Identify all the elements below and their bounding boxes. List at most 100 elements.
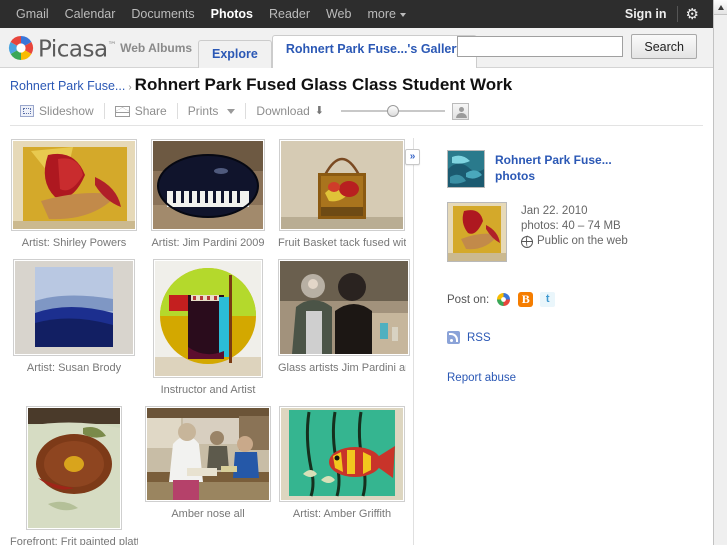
header-tabs: Explore Rohnert Park Fuse...'s Gallery bbox=[198, 35, 478, 68]
thumbnail-image bbox=[155, 261, 261, 376]
album-cover-image bbox=[448, 203, 506, 261]
scrollbar-thumb[interactable] bbox=[714, 16, 727, 544]
thumbnail-frame[interactable] bbox=[278, 259, 410, 356]
album-cover-thumbnail[interactable] bbox=[447, 202, 507, 262]
google-bar: Gmail Calendar Documents Photos Reader W… bbox=[0, 0, 713, 28]
photo-cell[interactable]: Artist: Susan Brody bbox=[10, 259, 138, 375]
slider-track[interactable] bbox=[340, 105, 445, 117]
search-button[interactable]: Search bbox=[631, 34, 697, 59]
gbar-link-gmail[interactable]: Gmail bbox=[8, 0, 57, 28]
google-bar-links: Gmail Calendar Documents Photos Reader W… bbox=[0, 0, 414, 28]
owner-photos-link[interactable]: photos bbox=[495, 168, 612, 184]
download-icon: ⬇ bbox=[314, 105, 325, 117]
gbar-link-calendar[interactable]: Calendar bbox=[57, 0, 124, 28]
thumbnail-size-slider[interactable] bbox=[340, 105, 445, 117]
photo-caption: Artist: Shirley Powers bbox=[21, 237, 127, 249]
photo-cell[interactable]: Amber nose all bbox=[144, 406, 272, 521]
photo-cell[interactable]: Forefront: Frit painted platter bbox=[10, 406, 138, 545]
slideshow-button[interactable]: Slideshow bbox=[10, 104, 104, 118]
photo-row: Artist: Susan Brody Instructor and Artis… bbox=[10, 259, 412, 397]
album-title-bar: Rohnert Park Fuse... › Rohnert Park Fused … bbox=[0, 69, 713, 95]
twitter-icon[interactable]: t bbox=[540, 292, 556, 307]
share-button[interactable]: Share bbox=[105, 104, 177, 118]
owner-row: Rohnert Park Fuse... photos bbox=[414, 150, 713, 188]
photo-caption: Artist: Susan Brody bbox=[26, 362, 122, 374]
album-photo-size: photos: 40 – 74 MB bbox=[521, 220, 621, 232]
thumbnail-frame[interactable] bbox=[26, 406, 122, 530]
gbar-link-documents[interactable]: Documents bbox=[123, 0, 202, 28]
people-view-icon[interactable] bbox=[451, 102, 469, 120]
gear-icon[interactable]: ⚙ bbox=[678, 7, 707, 22]
thumbnail-image bbox=[13, 141, 135, 229]
gbar-link-reader[interactable]: Reader bbox=[261, 0, 318, 28]
prints-dropdown[interactable]: Prints bbox=[178, 104, 246, 118]
sign-in-link[interactable]: Sign in bbox=[615, 7, 677, 21]
thumbnail-frame[interactable] bbox=[153, 259, 263, 378]
photo-row: Artist: Shirley Powers Artist: Jim Pardi… bbox=[10, 139, 412, 250]
share-label: Share bbox=[134, 104, 167, 118]
picasa-logo[interactable]: Picasa™ Web Albums bbox=[8, 33, 192, 63]
buzz-icon[interactable] bbox=[496, 292, 512, 307]
photo-caption: Artist: Jim Pardini 2009 bbox=[151, 237, 265, 249]
photo-row: Forefront: Frit painted platter Amber no… bbox=[10, 406, 412, 545]
blogger-icon[interactable]: B bbox=[518, 292, 534, 307]
thumbnail-image bbox=[153, 141, 263, 229]
photo-cell[interactable]: Instructor and Artist bbox=[144, 259, 272, 397]
photo-cell[interactable]: Fruit Basket tack fused with bbox=[278, 139, 406, 250]
gbar-link-more[interactable]: more bbox=[359, 0, 413, 28]
vertical-scrollbar[interactable] bbox=[713, 0, 727, 545]
avatar-image bbox=[448, 151, 484, 187]
main-content: Rohnert Park Fuse... › Rohnert Park Fused … bbox=[0, 69, 713, 545]
report-abuse-link[interactable]: Report abuse bbox=[447, 372, 516, 384]
photo-cell[interactable]: Artist: Shirley Powers bbox=[10, 139, 138, 250]
thumbnail-frame[interactable] bbox=[279, 406, 405, 502]
album-visibility-label: Public on the web bbox=[537, 235, 628, 247]
thumbnail-image bbox=[15, 261, 133, 354]
gbar-link-photos[interactable]: Photos bbox=[203, 0, 261, 28]
download-label: Download bbox=[256, 104, 310, 118]
album-info-box: Jan 22. 2010 photos: 40 – 74 MB Public o… bbox=[414, 188, 713, 262]
breadcrumb-owner-link[interactable]: Rohnert Park Fuse... bbox=[10, 79, 125, 93]
google-bar-right: Sign in ⚙ bbox=[615, 6, 713, 22]
album-visibility-row: Public on the web bbox=[520, 234, 628, 249]
scroll-up-arrow-icon[interactable] bbox=[714, 0, 727, 15]
rss-link[interactable]: RSS bbox=[467, 332, 491, 344]
photo-cell[interactable]: Artist: Jim Pardini 2009 bbox=[144, 139, 272, 250]
avatar[interactable] bbox=[447, 150, 485, 188]
picasa-subtitle: Web Albums bbox=[120, 40, 193, 55]
thumbnail-frame[interactable] bbox=[145, 406, 271, 502]
thumbnail-frame[interactable] bbox=[151, 139, 265, 231]
post-on-label: Post on: bbox=[447, 293, 490, 306]
album-date: Jan 22. 2010 bbox=[521, 205, 588, 217]
photo-caption: Amber nose all bbox=[171, 508, 245, 520]
breadcrumb: Rohnert Park Fuse... › bbox=[10, 79, 135, 93]
thumbnail-image bbox=[28, 408, 120, 528]
breadcrumb-separator: › bbox=[128, 82, 132, 93]
album-meta: Jan 22. 2010 photos: 40 – 74 MB Public o… bbox=[520, 202, 628, 262]
globe-icon bbox=[520, 235, 533, 248]
expand-sidebar-button[interactable]: » bbox=[405, 149, 420, 165]
photo-caption: Artist: Amber Griffith bbox=[292, 508, 392, 520]
rss-row: RSS bbox=[414, 307, 713, 344]
picasa-wordmark: Picasa™ bbox=[38, 33, 117, 63]
tab-gallery[interactable]: Rohnert Park Fuse...'s Gallery bbox=[271, 35, 478, 68]
thumbnail-frame[interactable] bbox=[279, 139, 405, 231]
download-button[interactable]: Download ⬇ bbox=[246, 104, 336, 118]
photo-cell[interactable]: Glass artists Jim Pardini and bbox=[278, 259, 410, 375]
chevron-down-icon bbox=[399, 12, 406, 17]
tab-explore[interactable]: Explore bbox=[198, 40, 272, 68]
photo-caption: Glass artists Jim Pardini and bbox=[278, 362, 406, 374]
thumbnail-frame[interactable] bbox=[13, 259, 135, 356]
photo-caption: Fruit Basket tack fused with bbox=[278, 237, 406, 249]
search-input[interactable] bbox=[457, 36, 624, 57]
photo-cell[interactable]: Artist: Amber Griffith bbox=[278, 406, 406, 521]
picasa-wordmark-text: Picasa bbox=[38, 36, 108, 63]
thumbnail-frame[interactable] bbox=[11, 139, 137, 231]
gbar-link-web[interactable]: Web bbox=[318, 0, 359, 28]
thumbnail-image bbox=[280, 261, 408, 354]
rss-icon[interactable] bbox=[447, 331, 460, 344]
album-sidebar: » Rohnert Park Fuse... photos Jan 22. 20… bbox=[405, 138, 713, 545]
slider-knob[interactable] bbox=[386, 105, 399, 117]
slideshow-icon bbox=[20, 105, 34, 117]
owner-name-link[interactable]: Rohnert Park Fuse... bbox=[495, 152, 612, 168]
